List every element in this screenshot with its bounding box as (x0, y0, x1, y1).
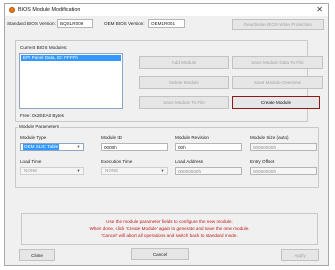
load-address-label: Load Address (175, 159, 204, 164)
message-line: 'Cancel' will abort all operations and s… (101, 233, 238, 238)
module-revision-input[interactable]: 00h (175, 143, 242, 151)
entry-offset-label: Entry Offset (250, 159, 275, 164)
save-module-data-button[interactable]: Save Module Data To File (232, 56, 323, 69)
load-time-select[interactable]: NONE ▼ (20, 167, 84, 175)
module-id-input[interactable]: 0000h (101, 143, 168, 151)
add-module-button[interactable]: Add Module (139, 56, 229, 69)
module-id-label: Module ID (101, 135, 122, 140)
save-module-overview-button[interactable]: Save Module Overview (232, 76, 323, 89)
current-modules-label: Current BIOS Modules: (20, 45, 68, 50)
message-box: Use the module parameter fields to confi… (21, 213, 318, 245)
module-revision-label: Module Revision (175, 135, 209, 140)
close-icon[interactable]: ✕ (316, 5, 323, 14)
standard-version-label: Standard BIOS Version: (7, 21, 56, 26)
module-type-select[interactable]: OEM SLIC Table ▼ (20, 143, 84, 151)
entry-offset-field[interactable]: 00000000h (250, 167, 317, 175)
module-size-field: 00000000h (250, 143, 317, 151)
save-module-to-file-button[interactable]: Save Module To File (139, 96, 229, 109)
execution-time-label: Execution Time (101, 159, 133, 164)
message-line: When done, click 'Create Module' again t… (89, 226, 250, 231)
modules-listbox[interactable]: EPI Panel Data, ID: FFFFh (19, 53, 123, 109)
apply-button[interactable]: Apply (281, 249, 319, 261)
title-bar: BIOS Module Modification ✕ (5, 4, 328, 16)
execution-time-select[interactable]: NONE ▼ (101, 167, 168, 175)
load-time-label: Load Time (20, 159, 42, 164)
standard-version-field: BQSLR009 (57, 19, 93, 28)
bios-app-icon (9, 7, 15, 13)
module-type-label: Module Type (20, 135, 47, 140)
bios-module-window: BIOS Module Modification ✕ Standard BIOS… (4, 3, 329, 266)
module-parameters-legend: Module Parameters (18, 124, 61, 129)
close-button[interactable]: Close (19, 249, 55, 261)
free-space-label: Free: 0x2EEA0 Bytes (20, 113, 64, 118)
execution-time-value: NONE (105, 168, 119, 173)
load-time-value: NONE (24, 168, 38, 173)
list-item[interactable]: EPI Panel Data, ID: FFFFh (21, 55, 121, 61)
cancel-button[interactable]: Cancel (131, 248, 189, 260)
module-size-label: Module Size (auto) (250, 135, 289, 140)
message-line: Use the module parameter fields to confi… (106, 219, 233, 224)
delete-module-button[interactable]: Delete Module (139, 76, 229, 89)
load-address-field[interactable]: 00000000h (175, 167, 242, 175)
chevron-down-icon[interactable]: ▼ (75, 168, 82, 174)
create-module-button[interactable]: Create Module (232, 96, 320, 109)
deactivate-write-protection-button[interactable]: Deactivate BIOS Write Protection (232, 19, 324, 30)
chevron-down-icon[interactable]: ▼ (159, 168, 166, 174)
window-title: BIOS Module Modification (18, 7, 81, 13)
module-type-value: OEM SLIC Table (23, 144, 60, 150)
oem-version-label: OEM BIOS Version: (104, 21, 145, 26)
oem-version-field: OEM1R001 (148, 19, 185, 28)
chevron-down-icon[interactable]: ▼ (75, 144, 82, 150)
